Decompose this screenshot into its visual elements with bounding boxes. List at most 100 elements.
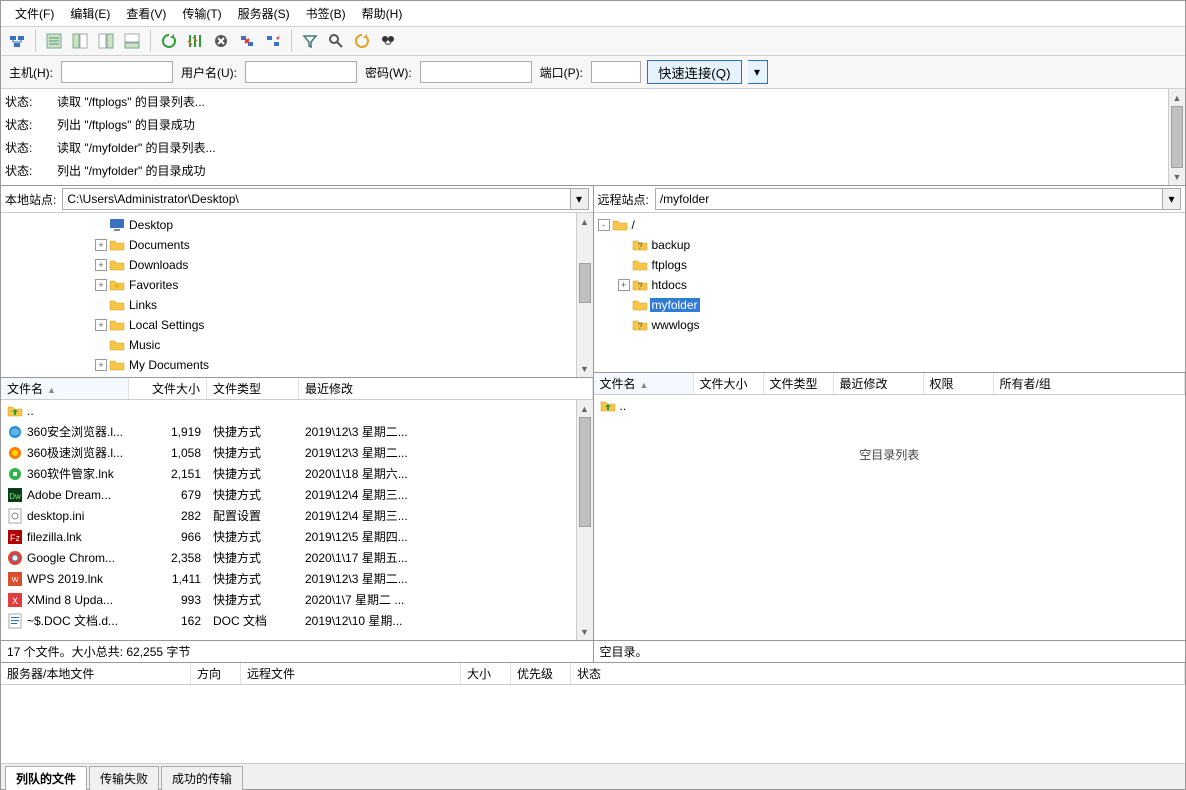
local-path-combo[interactable]: C:\Users\Administrator\Desktop\ ▾ xyxy=(62,188,588,210)
cancel-button[interactable] xyxy=(209,29,233,53)
toggle-log-button[interactable] xyxy=(42,29,66,53)
expand-icon[interactable]: + xyxy=(95,279,107,291)
tab-queued[interactable]: 列队的文件 xyxy=(5,766,87,790)
qcol-state[interactable]: 状态 xyxy=(571,663,1185,684)
col-type[interactable]: 文件类型 xyxy=(207,378,299,399)
file-row[interactable]: 360安全浏览器.l...1,919快捷方式2019\12\3 星期二... xyxy=(1,421,576,442)
col-mod[interactable]: 最近修改 xyxy=(299,378,593,399)
toggle-remotetree-button[interactable] xyxy=(94,29,118,53)
username-input[interactable] xyxy=(245,61,357,83)
expand-icon[interactable]: + xyxy=(618,279,630,291)
file-row[interactable]: XXMind 8 Upda...993快捷方式2020\1\7 星期二 ... xyxy=(1,589,576,610)
tree-node[interactable]: ?wwwlogs xyxy=(598,315,1182,335)
tree-node[interactable]: Links xyxy=(5,295,572,315)
scroll-down-icon[interactable]: ▼ xyxy=(1169,168,1185,185)
col-size[interactable]: 文件大小 xyxy=(694,373,764,394)
process-queue-button[interactable] xyxy=(183,29,207,53)
scroll-up-icon[interactable]: ▲ xyxy=(577,400,593,417)
expand-icon[interactable]: + xyxy=(95,239,107,251)
tab-failed[interactable]: 传输失败 xyxy=(89,766,159,790)
tree-node[interactable]: ftplogs xyxy=(598,255,1182,275)
qcol-size[interactable]: 大小 xyxy=(461,663,511,684)
collapse-icon[interactable]: - xyxy=(598,219,610,231)
file-row[interactable]: DwAdobe Dream...679快捷方式2019\12\4 星期三... xyxy=(1,484,576,505)
file-row[interactable]: .. xyxy=(594,395,1186,416)
tree-node[interactable]: -/ xyxy=(598,215,1182,235)
tree-node[interactable]: +Documents xyxy=(5,235,572,255)
locallist-scrollbar[interactable]: ▲ ▼ xyxy=(576,400,593,640)
tree-node[interactable]: Music xyxy=(5,335,572,355)
search-button[interactable] xyxy=(324,29,348,53)
tree-node[interactable]: ?backup xyxy=(598,235,1182,255)
col-mod[interactable]: 最近修改 xyxy=(834,373,924,394)
col-size[interactable]: 文件大小 xyxy=(129,378,207,399)
localtree-scrollbar[interactable]: ▲ ▼ xyxy=(576,213,593,377)
local-file-list[interactable]: ..360安全浏览器.l...1,919快捷方式2019\12\3 星期二...… xyxy=(1,400,576,640)
remote-path-combo[interactable]: /myfolder ▾ xyxy=(655,188,1181,210)
port-input[interactable] xyxy=(591,61,641,83)
tree-node[interactable]: +?htdocs xyxy=(598,275,1182,295)
file-row[interactable]: ~$.DOC 文档.d...162DOC 文档2019\12\10 星期... xyxy=(1,610,576,631)
chevron-down-icon[interactable]: ▾ xyxy=(570,189,588,209)
tree-node[interactable]: +Downloads xyxy=(5,255,572,275)
toggle-queue-button[interactable] xyxy=(120,29,144,53)
menu-transfer[interactable]: 传输(T) xyxy=(174,3,229,24)
tree-node[interactable]: +Local Settings xyxy=(5,315,572,335)
col-perm[interactable]: 权限 xyxy=(924,373,994,394)
file-row[interactable]: 360极速浏览器.l...1,058快捷方式2019\12\3 星期二... xyxy=(1,442,576,463)
tree-node[interactable]: Desktop xyxy=(5,215,572,235)
expand-icon[interactable]: + xyxy=(95,319,107,331)
file-row[interactable]: .. xyxy=(1,400,576,421)
sitemanager-button[interactable] xyxy=(5,29,29,53)
qcol-dir[interactable]: 方向 xyxy=(191,663,241,684)
menu-view[interactable]: 查看(V) xyxy=(118,3,174,24)
tab-success[interactable]: 成功的传输 xyxy=(161,766,243,790)
host-input[interactable] xyxy=(61,61,173,83)
remote-file-list[interactable]: ..空目录列表 xyxy=(594,395,1186,640)
file-row[interactable]: Google Chrom...2,358快捷方式2020\1\17 星期五... xyxy=(1,547,576,568)
menu-edit[interactable]: 编辑(E) xyxy=(62,3,118,24)
quickconnect-dropdown[interactable]: ▾ xyxy=(748,60,768,84)
tree-node[interactable]: myfolder xyxy=(598,295,1182,315)
file-row[interactable]: desktop.ini282配置设置2019\12\4 星期三... xyxy=(1,505,576,526)
refresh-button[interactable] xyxy=(157,29,181,53)
menu-file[interactable]: 文件(F) xyxy=(7,3,62,24)
chevron-down-icon[interactable]: ▾ xyxy=(1162,189,1180,209)
qcol-remote[interactable]: 远程文件 xyxy=(241,663,461,684)
tree-node[interactable]: +My Documents xyxy=(5,355,572,375)
scroll-thumb[interactable] xyxy=(579,417,591,527)
password-input[interactable] xyxy=(420,61,532,83)
disconnect-button[interactable] xyxy=(235,29,259,53)
log-body[interactable]: 状态:读取 "/ftplogs" 的目录列表...状态:列出 "/ftplogs… xyxy=(1,89,1168,185)
remote-tree[interactable]: -/?backupftplogs+?htdocsmyfolder?wwwlogs xyxy=(594,213,1186,372)
local-tree[interactable]: Desktop+Documents+Downloads+FavoritesLin… xyxy=(1,213,576,377)
scroll-down-icon[interactable]: ▼ xyxy=(577,360,593,377)
scroll-thumb[interactable] xyxy=(579,263,591,303)
menu-help[interactable]: 帮助(H) xyxy=(354,3,411,24)
menu-server[interactable]: 服务器(S) xyxy=(230,3,298,24)
log-scrollbar[interactable]: ▲ ▼ xyxy=(1168,89,1185,185)
compare-button[interactable] xyxy=(350,29,374,53)
col-name[interactable]: 文件名 xyxy=(594,373,694,394)
scroll-down-icon[interactable]: ▼ xyxy=(577,623,593,640)
col-type[interactable]: 文件类型 xyxy=(764,373,834,394)
qcol-prio[interactable]: 优先级 xyxy=(511,663,571,684)
scroll-thumb[interactable] xyxy=(1171,106,1183,168)
qcol-server[interactable]: 服务器/本地文件 xyxy=(1,663,191,684)
toggle-localtree-button[interactable] xyxy=(68,29,92,53)
filter-button[interactable] xyxy=(298,29,322,53)
tree-node[interactable]: +Favorites xyxy=(5,275,572,295)
expand-icon[interactable]: + xyxy=(95,359,107,371)
find-button[interactable] xyxy=(376,29,400,53)
reconnect-button[interactable] xyxy=(261,29,285,53)
expand-icon[interactable]: + xyxy=(95,259,107,271)
scroll-up-icon[interactable]: ▲ xyxy=(1169,89,1185,106)
queue-body[interactable] xyxy=(1,685,1185,763)
menu-bookmark[interactable]: 书签(B) xyxy=(298,3,354,24)
file-row[interactable]: Fzfilezilla.lnk966快捷方式2019\12\5 星期四... xyxy=(1,526,576,547)
quickconnect-button[interactable]: 快速连接(Q) xyxy=(647,60,742,84)
scroll-up-icon[interactable]: ▲ xyxy=(577,213,593,230)
file-row[interactable]: 360软件管家.lnk2,151快捷方式2020\1\18 星期六... xyxy=(1,463,576,484)
col-name[interactable]: 文件名 xyxy=(1,378,129,399)
col-owner[interactable]: 所有者/组 xyxy=(994,373,1186,394)
